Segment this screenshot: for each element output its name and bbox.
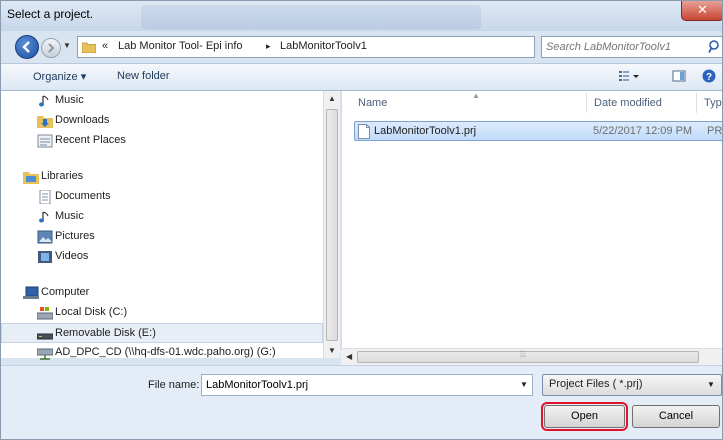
background-window-ghost xyxy=(141,5,481,29)
folder-icon xyxy=(82,42,96,53)
open-button[interactable]: Open xyxy=(541,402,628,431)
nav-item-removable-disk-e[interactable]: Removable Disk (E:) xyxy=(1,323,323,343)
nav-item-local-disk-c[interactable]: Local Disk (C:) xyxy=(1,303,323,323)
preview-pane-button[interactable] xyxy=(672,69,686,86)
command-bar: Organize ▾ New folder ? xyxy=(1,63,722,91)
window-title: Select a project. xyxy=(7,7,94,21)
file-type-select[interactable]: Project Files ( *.prj) ▼ xyxy=(542,374,722,396)
cancel-button[interactable]: Cancel xyxy=(632,405,720,428)
navigation-scrollbar-thumb[interactable] xyxy=(326,109,338,341)
file-list: Name ▲ Date modified Type LabMonitorTool… xyxy=(341,91,723,356)
help-button[interactable]: ? xyxy=(702,69,716,86)
nav-item-documents[interactable]: Documents xyxy=(1,187,323,207)
pictures-icon xyxy=(37,230,53,244)
libraries-icon xyxy=(23,172,39,184)
column-separator[interactable] xyxy=(696,93,697,113)
downloads-folder-icon xyxy=(37,116,53,128)
scroll-left-arrow-icon[interactable]: ◀ xyxy=(346,352,352,361)
document-icon xyxy=(39,190,51,204)
back-button[interactable] xyxy=(15,35,39,59)
back-arrow-icon xyxy=(22,41,30,53)
open-file-dialog: Select a project. ✕ ▼ « Lab Monitor Tool… xyxy=(0,0,723,440)
breadcrumb-overflow-chevron[interactable]: « xyxy=(102,40,108,52)
breadcrumb-separator[interactable]: ▸ xyxy=(266,41,271,52)
scroll-up-arrow-icon[interactable]: ▲ xyxy=(328,94,336,103)
computer-icon xyxy=(23,286,39,299)
nav-item-recent-places[interactable]: Recent Places xyxy=(1,131,323,151)
column-header-date-modified[interactable]: Date modified xyxy=(594,97,662,109)
file-list-horizontal-scrollbar[interactable]: ◀ ⦙⦙⦙ xyxy=(341,348,722,365)
local-disk-icon xyxy=(37,307,53,320)
sort-ascending-icon: ▲ xyxy=(472,91,480,100)
change-view-button[interactable] xyxy=(618,69,640,86)
column-separator[interactable] xyxy=(586,93,587,113)
title-bar: Select a project. ✕ xyxy=(1,1,722,31)
forward-arrow-icon xyxy=(48,43,55,53)
navigation-scrollbar[interactable]: ▲ ▼ xyxy=(323,91,340,358)
column-header-name[interactable]: Name xyxy=(358,97,387,109)
file-icon xyxy=(358,124,370,139)
file-date-modified: 5/22/2017 12:09 PM xyxy=(593,125,693,137)
nav-item-videos[interactable]: Videos xyxy=(1,247,323,267)
file-name-label: File name: xyxy=(148,379,200,391)
nav-item-music[interactable]: Music xyxy=(1,91,323,111)
nav-item-downloads[interactable]: Downloads xyxy=(1,111,323,131)
close-button[interactable]: ✕ xyxy=(681,1,722,21)
file-name-dropdown-arrow[interactable]: ▼ xyxy=(520,380,528,389)
removable-disk-icon xyxy=(37,333,53,340)
column-header-type[interactable]: Type xyxy=(704,97,722,109)
search-field[interactable] xyxy=(541,36,722,58)
file-name-input[interactable] xyxy=(206,378,506,392)
video-icon xyxy=(38,251,52,263)
search-icon[interactable] xyxy=(708,40,720,54)
file-type: PRJ F xyxy=(707,125,723,137)
dialog-footer: File name: ▼ Project Files ( *.prj) ▼ Op… xyxy=(1,365,722,439)
preview-pane-icon xyxy=(672,70,686,82)
search-input[interactable] xyxy=(546,39,696,55)
scroll-down-arrow-icon[interactable]: ▼ xyxy=(328,346,336,355)
nav-item-libraries[interactable]: Libraries xyxy=(1,167,323,187)
file-name: LabMonitorToolv1.prj xyxy=(374,125,477,137)
music-icon xyxy=(39,95,49,107)
breadcrumb-lab-monitor-tool[interactable]: Lab Monitor Tool- Epi info xyxy=(118,40,243,52)
file-type-value: Project Files ( *.prj) xyxy=(549,378,643,390)
breadcrumb-labmonitortoolv1[interactable]: LabMonitorToolv1 xyxy=(280,40,367,52)
horizontal-scrollbar-thumb[interactable]: ⦙⦙⦙ xyxy=(357,349,699,363)
address-row: ▼ « Lab Monitor Tool- Epi info ▸ LabMoni… xyxy=(1,31,722,63)
navigation-pane: Music Downloads Recent Places Libraries … xyxy=(1,91,323,360)
forward-button[interactable] xyxy=(41,38,61,58)
svg-text:?: ? xyxy=(706,72,712,83)
nav-item-pictures[interactable]: Pictures xyxy=(1,227,323,247)
nav-item-network-drive-g[interactable]: AD_DPC_CD (\\hq-dfs-01.wdc.paho.org) (G:… xyxy=(1,343,323,363)
grip-icon: ⦙⦙⦙ xyxy=(520,349,527,359)
address-bar[interactable]: « Lab Monitor Tool- Epi info ▸ LabMonito… xyxy=(77,36,607,58)
network-drive-icon xyxy=(37,348,53,360)
recent-locations-dropdown[interactable]: ▼ xyxy=(63,41,71,50)
file-name-field[interactable]: ▼ xyxy=(201,374,533,396)
nav-item-music[interactable]: Music xyxy=(1,207,323,227)
file-row[interactable]: LabMonitorToolv1.prj 5/22/2017 12:09 PM … xyxy=(354,121,723,141)
organize-button[interactable]: Organize ▾ xyxy=(33,70,86,83)
recent-places-icon xyxy=(37,134,53,148)
new-folder-button[interactable]: New folder xyxy=(117,70,170,82)
help-icon: ? xyxy=(702,69,716,83)
music-icon xyxy=(39,211,49,223)
nav-item-computer[interactable]: Computer xyxy=(1,283,323,303)
view-options-icon xyxy=(619,71,639,81)
chevron-down-icon: ▼ xyxy=(707,380,715,389)
